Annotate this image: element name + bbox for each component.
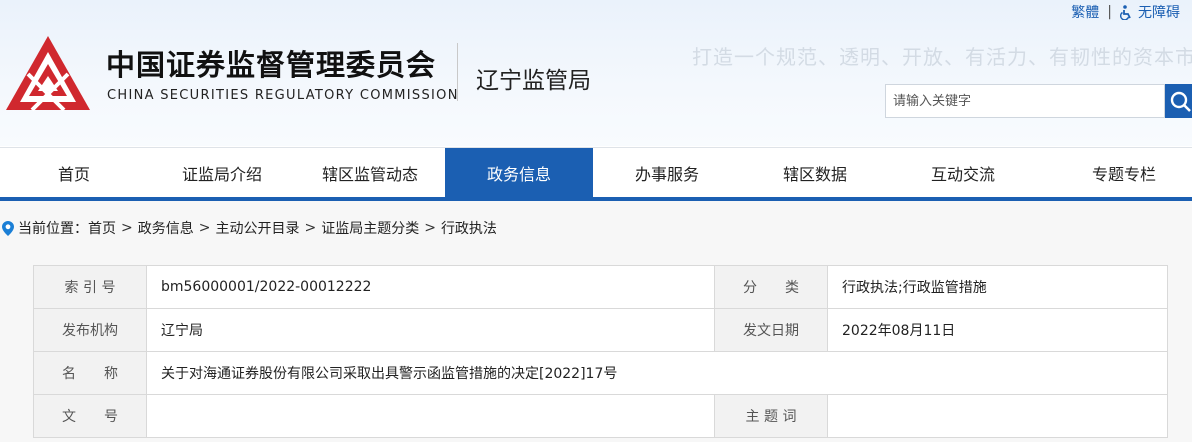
nav-bureau-intro[interactable]: 证监局介绍 xyxy=(148,148,296,198)
breadcrumb: 当前位置： 首页 > 政务信息 > 主动公开目录 > 证监局主题分类 > 行政执… xyxy=(2,218,497,238)
index-number-label: 索 引 号 xyxy=(33,265,147,309)
doc-name-value: 关于对海通证券股份有限公司采取出具警示函监管措施的决定[2022]17号 xyxy=(146,351,1168,395)
search-box xyxy=(885,84,1165,118)
csrc-logo[interactable] xyxy=(4,34,92,112)
breadcrumb-separator: > xyxy=(121,220,133,236)
top-utility-bar: 繁體 | 无障碍 xyxy=(1071,3,1180,21)
table-row: 文 号 主 题 词 xyxy=(33,394,1168,438)
index-number-value: bm56000001/2022-00012222 xyxy=(146,265,715,309)
nav-regional-data[interactable]: 辖区数据 xyxy=(741,148,889,198)
title-divider xyxy=(457,43,458,101)
subject-words-label: 主 题 词 xyxy=(714,394,828,438)
main-nav: 首页 证监局介绍 辖区监管动态 政务信息 办事服务 辖区数据 互动交流 专题专栏 xyxy=(0,147,1192,198)
site-title-cn: 中国证券监督管理委员会 xyxy=(106,48,437,82)
doc-number-value xyxy=(146,394,715,438)
breadcrumb-separator: > xyxy=(304,220,317,236)
breadcrumb-prefix: 当前位置： xyxy=(18,221,88,237)
nav-special-topics[interactable]: 专题专栏 xyxy=(1050,148,1192,198)
breadcrumb-government-info[interactable]: 政务信息 xyxy=(138,218,194,238)
doc-name-label: 名 称 xyxy=(33,351,147,395)
subject-words-value xyxy=(827,394,1168,438)
traditional-chinese-link[interactable]: 繁體 xyxy=(1071,2,1099,22)
slogan: 打造一个规范、透明、开放、有活力、有韧性的资本市场 xyxy=(692,45,1192,69)
location-pin-icon xyxy=(2,220,14,236)
document-info-table: 索 引 号 bm56000001/2022-00012222 分 类 行政执法;… xyxy=(33,265,1168,438)
breadcrumb-separator: > xyxy=(424,220,436,236)
category-label: 分 类 xyxy=(714,265,828,309)
publisher-label: 发布机构 xyxy=(33,308,147,352)
table-row: 索 引 号 bm56000001/2022-00012222 分 类 行政执法;… xyxy=(33,265,1168,309)
site-header: 繁體 | 无障碍 中国证券监督管理委员会 CHINA SECURITIES RE… xyxy=(0,0,1192,146)
nav-interaction[interactable]: 互动交流 xyxy=(889,148,1037,198)
search-input[interactable] xyxy=(886,85,1164,117)
site-title-en: CHINA SECURITIES REGULATORY COMMISSION xyxy=(107,88,459,103)
nav-regulatory-news[interactable]: 辖区监管动态 xyxy=(296,148,444,198)
issue-date-value: 2022年08月11日 xyxy=(827,308,1168,352)
search-icon xyxy=(1170,91,1191,112)
bureau-name: 辽宁监管局 xyxy=(476,68,591,94)
nav-government-info[interactable]: 政务信息 xyxy=(445,148,593,198)
nav-home[interactable]: 首页 xyxy=(0,148,148,198)
accessibility-icon xyxy=(1120,4,1131,20)
breadcrumb-separator: > xyxy=(198,220,211,236)
publisher-value: 辽宁局 xyxy=(146,308,715,352)
search-button[interactable] xyxy=(1165,84,1192,118)
nav-services[interactable]: 办事服务 xyxy=(593,148,741,198)
breadcrumb-home[interactable]: 首页 xyxy=(88,218,116,238)
doc-number-label: 文 号 xyxy=(33,394,147,438)
table-row: 发布机构 辽宁局 发文日期 2022年08月11日 xyxy=(33,308,1168,352)
breadcrumb-topic-category[interactable]: 证监局主题分类 xyxy=(321,218,419,238)
category-value: 行政执法;行政监管措施 xyxy=(827,265,1168,309)
table-row: 名 称 关于对海通证券股份有限公司采取出具警示函监管措施的决定[2022]17号 xyxy=(33,351,1168,395)
issue-date-label: 发文日期 xyxy=(714,308,828,352)
topbar-separator: | xyxy=(1107,4,1112,20)
breadcrumb-public-catalog[interactable]: 主动公开目录 xyxy=(215,218,299,238)
accessibility-link[interactable]: 无障碍 xyxy=(1120,2,1180,22)
accessibility-label: 无障碍 xyxy=(1138,5,1180,21)
breadcrumb-current[interactable]: 行政执法 xyxy=(441,218,497,238)
